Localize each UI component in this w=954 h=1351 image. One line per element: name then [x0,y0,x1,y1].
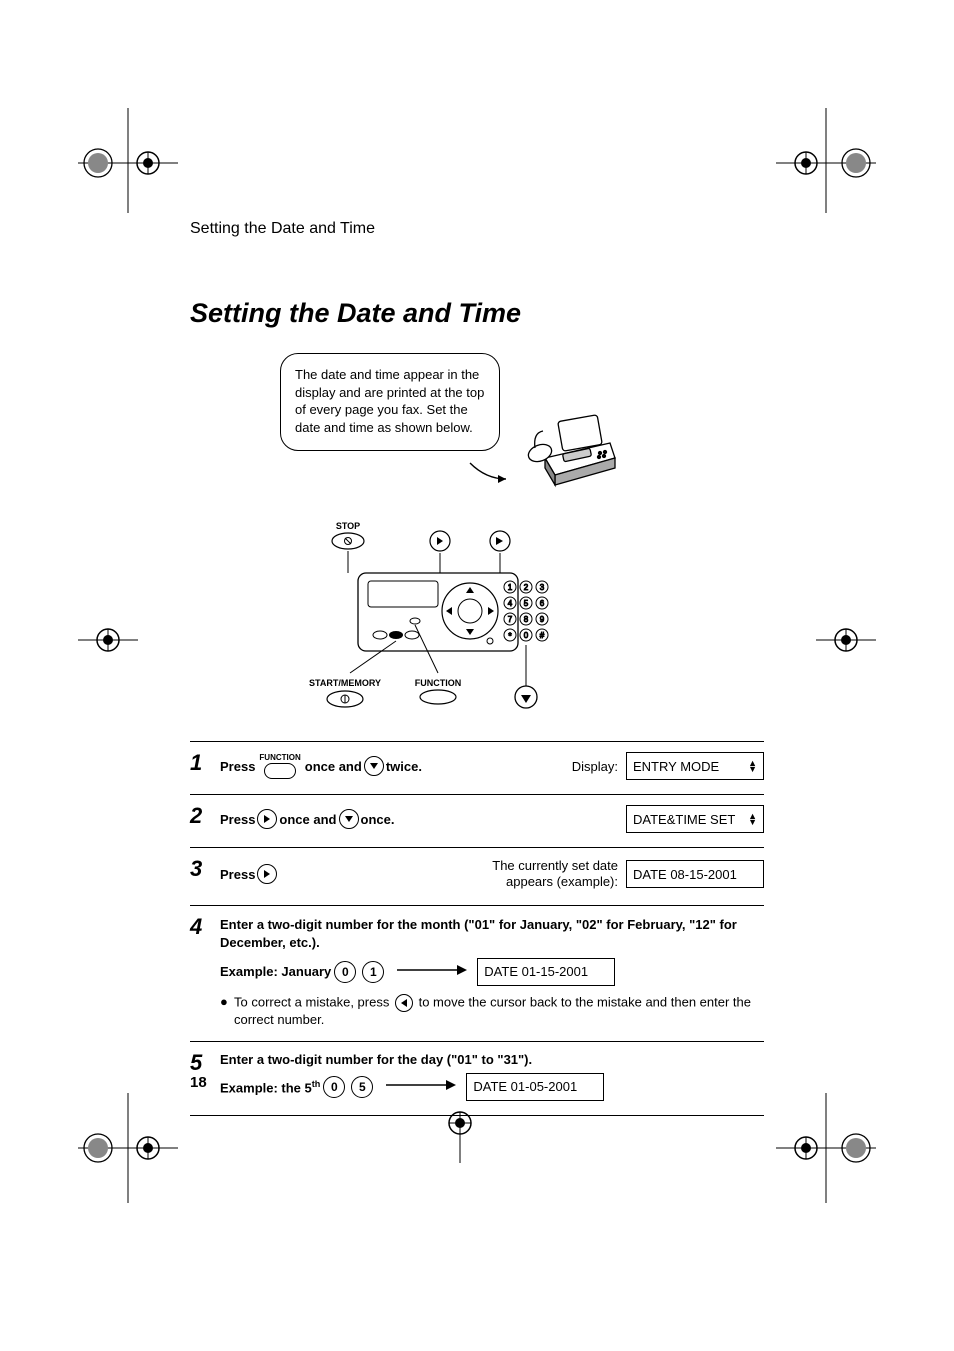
updown-icon: ▲▼ [748,813,757,825]
step-text: once and [279,812,336,827]
control-panel-diagram: STOP [190,513,764,733]
svg-text:5: 5 [524,599,529,608]
svg-text:4: 4 [508,599,513,608]
step-number: 5 [190,1052,220,1074]
left-arrow-icon [395,994,413,1012]
svg-text:0: 0 [524,631,529,640]
keypad-1-icon: 1 [362,961,384,983]
crop-mark-bottom-right [776,1093,876,1203]
step-number: 1 [190,752,220,774]
step-5: 5 Enter a two-digit number for the day (… [190,1041,764,1116]
crop-mark-top-left [78,108,178,218]
step-text: once. [361,812,395,827]
function-button-icon: FUNCTION [259,754,300,779]
step-text: Press [220,812,255,827]
example-label: Example: the 5th [220,1079,320,1095]
svg-text:7: 7 [508,615,513,624]
running-head: Setting the Date and Time [190,220,764,238]
svg-text:6: 6 [540,599,545,608]
step-bullet: ● To correct a mistake, press to move th… [220,994,764,1027]
lcd-display: DATE 08-15-2001 [626,860,764,888]
keypad-0-icon: 0 [334,961,356,983]
svg-text:9: 9 [540,615,545,624]
keypad-0-icon: 0 [323,1076,345,1098]
down-arrow-icon [339,809,359,829]
step-number: 4 [190,916,220,938]
bubble-tail-icon [468,461,508,490]
svg-text:#: # [540,631,545,640]
lcd-display: DATE&TIME SET ▲▼ [626,805,764,833]
svg-text:STOP: STOP [336,521,360,531]
crop-mark-top-right [776,108,876,218]
step-note: The currently set dateappears (example): [492,858,618,891]
svg-text:*: * [508,631,512,641]
step-number: 2 [190,805,220,827]
svg-text:FUNCTION: FUNCTION [415,678,462,688]
arrow-right-icon [386,1078,456,1095]
step-3: 3 Press The currently set dateappears (e… [190,847,764,905]
lcd-display: DATE 01-05-2001 [466,1073,604,1101]
step-text: Press [220,867,255,882]
step-4: 4 Enter a two-digit number for the month… [190,905,764,1041]
page-number: 18 [190,1074,207,1091]
step-text: Press [220,759,255,774]
display-label: Display: [572,759,618,774]
example-label: Example: January [220,964,331,979]
svg-text:3: 3 [540,583,545,592]
step-number: 3 [190,858,220,880]
crop-mark-mid-right [816,620,876,660]
lcd-display: DATE 01-15-2001 [477,958,615,986]
fax-machine-icon [515,403,625,498]
arrow-right-icon [397,963,467,980]
down-arrow-icon [364,756,384,776]
updown-icon: ▲▼ [748,760,757,772]
lcd-display: ENTRY MODE ▲▼ [626,752,764,780]
step-text: once and [305,759,362,774]
step-text: Enter a two-digit number for the month (… [220,916,764,952]
crop-mark-bottom-left [78,1093,178,1203]
right-arrow-icon [257,809,277,829]
step-text: twice. [386,759,422,774]
right-arrow-icon [257,864,277,884]
crop-mark-mid-left [78,620,138,660]
svg-text:1: 1 [508,583,513,592]
step-2: 2 Press once and once. DATE&TIME SET ▲▼ [190,794,764,847]
svg-text:START/MEMORY: START/MEMORY [309,678,381,688]
svg-text:2: 2 [524,583,529,592]
step-text: Enter a two-digit number for the day ("0… [220,1052,764,1067]
keypad-5-icon: 5 [351,1076,373,1098]
page-title: Setting the Date and Time [190,298,764,329]
intro-bubble: The date and time appear in the display … [280,353,500,451]
svg-text:8: 8 [524,615,529,624]
step-1: 1 Press FUNCTION once and twice. Display… [190,741,764,794]
